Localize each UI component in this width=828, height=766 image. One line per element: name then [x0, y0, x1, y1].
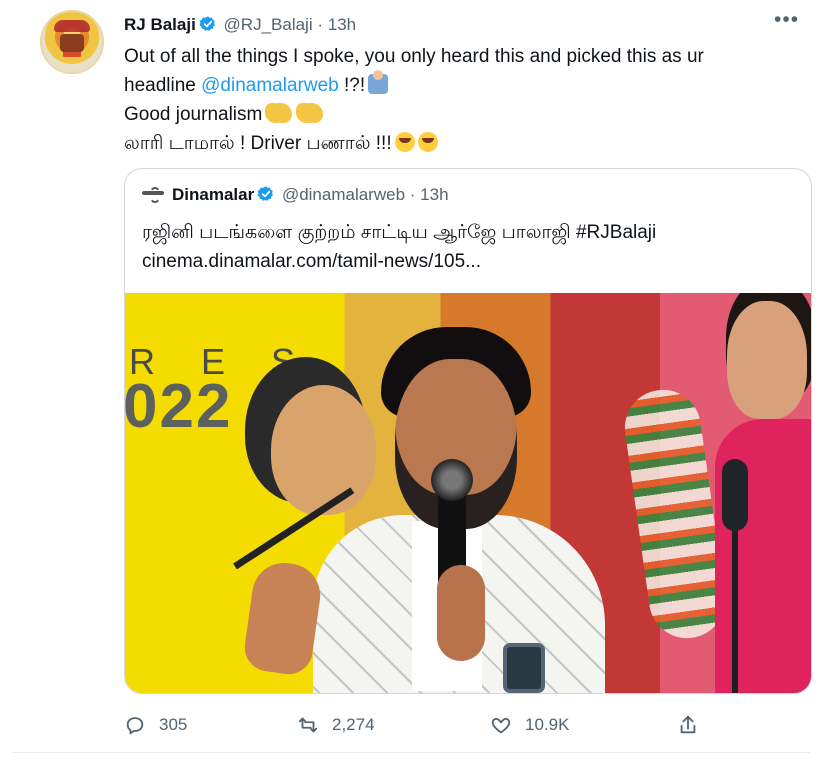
mic-stand-right: [732, 511, 738, 693]
quoted-tweet[interactable]: Dinamalar @dinamalarweb · 13h ரஜினி படங்…: [124, 168, 812, 694]
retweet-icon: [298, 717, 318, 733]
quoted-tweet-time[interactable]: 13h: [420, 185, 448, 204]
dinamalar-logo-icon: [142, 187, 164, 203]
person-shrugging-icon: [368, 70, 389, 94]
tweet-time[interactable]: 13h: [328, 15, 356, 34]
avatar[interactable]: [40, 10, 104, 74]
share-icon: [680, 715, 696, 734]
clapping-hands-icon: [265, 103, 286, 123]
retweet-button[interactable]: 2,274: [297, 712, 375, 738]
tweet-line: Out of all the things I spoke, you only …: [124, 46, 704, 67]
tweet-header: RJ Balaji @RJ_Balaji · 13h: [124, 15, 356, 35]
tweet-text-fragment: headline: [124, 75, 202, 96]
tweet-actions: 305 2,274 10.9K: [124, 712, 814, 738]
tweet-card: RJ Balaji @RJ_Balaji · 13h ••• Out of al…: [12, 0, 812, 753]
speaker-right-hand: [437, 565, 485, 661]
reply-count: 305: [159, 715, 188, 734]
reply-button[interactable]: 305: [124, 712, 187, 738]
background-woman-face: [727, 301, 807, 419]
rolling-laughing-icon: [417, 132, 438, 152]
quoted-tweet-line: ரஜினி படங்களை குற்றம் சாட்டிய ஆர்ஜே பாலா…: [142, 222, 657, 243]
quoted-tweet-link[interactable]: cinema.dinamalar.com/tamil-news/105...: [142, 247, 792, 276]
verified-badge-icon: [199, 16, 215, 31]
poster-year: 022: [125, 372, 233, 441]
wrist-watch: [503, 643, 545, 693]
standing-microphone: [722, 459, 748, 531]
like-count: 10.9K: [525, 715, 570, 734]
tweet-line: லாரி டாமால் ! Driver பணால் !!!: [124, 130, 814, 159]
author-name[interactable]: RJ Balaji: [124, 15, 196, 34]
tweet-text: Out of all the things I spoke, you only …: [124, 43, 814, 159]
tweet-text-fragment: லாரி டாமால் ! Driver பணால் !!!: [124, 133, 392, 154]
tweet-text-fragment: Good journalism: [124, 104, 263, 125]
mention-link[interactable]: @dinamalarweb: [201, 75, 339, 96]
time-separator: ·: [409, 185, 416, 204]
time-separator: ·: [317, 15, 324, 34]
clapping-hands-icon: [296, 103, 317, 123]
heart-icon: [491, 718, 511, 734]
background-person: [271, 385, 376, 515]
quoted-author-handle[interactable]: @dinamalarweb: [282, 185, 405, 204]
author-handle[interactable]: @RJ_Balaji: [224, 15, 313, 34]
reply-icon: [126, 717, 144, 735]
speaker-left-hand: [241, 558, 325, 678]
share-button[interactable]: [677, 712, 699, 738]
verified-badge-icon: [257, 186, 274, 201]
quoted-tweet-text: ரஜினி படங்களை குற்றம் சாட்டிய ஆர்ஜே பாலா…: [142, 218, 792, 276]
quoted-tweet-photo[interactable]: R E S 022: [125, 293, 811, 693]
like-button[interactable]: 10.9K: [490, 712, 569, 738]
tweet-line: headline @dinamalarweb !?!: [124, 70, 814, 101]
tweet-text-fragment: !?!: [338, 75, 366, 96]
rolling-laughing-icon: [394, 132, 415, 152]
retweet-count: 2,274: [332, 715, 375, 734]
flower-garland: [619, 384, 731, 644]
quoted-tweet-header: Dinamalar @dinamalarweb · 13h: [142, 185, 449, 205]
quoted-author-name[interactable]: Dinamalar: [172, 185, 254, 204]
more-horizontal-icon[interactable]: •••: [774, 9, 798, 30]
tweet-line: Good journalism: [124, 101, 814, 130]
